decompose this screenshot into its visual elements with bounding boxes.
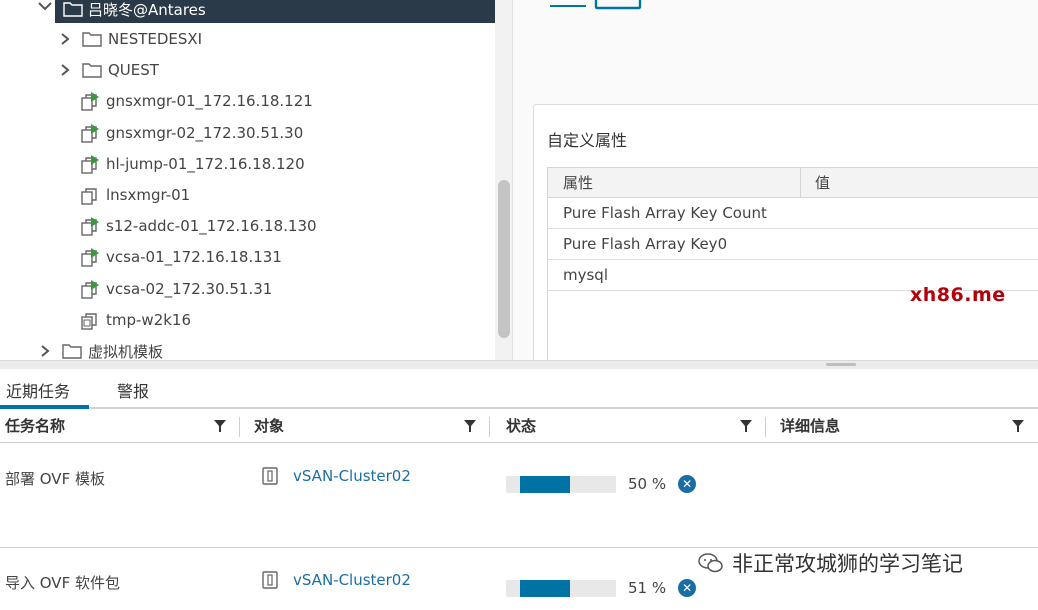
folder-icon — [62, 342, 82, 360]
tree-item-label: hl-jump-01_172.16.18.120 — [106, 154, 305, 173]
col-status[interactable]: 状态 — [490, 411, 766, 443]
vm-powered-off-icon — [80, 186, 100, 205]
tree-item-label: 虚拟机模板 — [88, 342, 164, 361]
folder-icon — [82, 61, 102, 79]
splitter-grip[interactable] — [826, 363, 856, 366]
col-task-name[interactable]: 任务名称 — [0, 411, 240, 443]
filter-icon[interactable] — [740, 420, 752, 432]
tree-scrollbar-thumb[interactable] — [498, 180, 510, 338]
tree-item[interactable]: hl-jump-01_172.16.18.120 — [80, 150, 305, 178]
task-object: vSAN-Cluster02 — [260, 466, 411, 486]
wechat-watermark: 非正常攻城狮的学习笔记 — [698, 548, 963, 578]
tasks-grid-header: 任务名称 对象 状态 详细信息 — [0, 411, 1038, 443]
task-name: 部署 OVF 模板 — [5, 470, 105, 488]
chevron-right-icon[interactable] — [58, 63, 72, 77]
tree-item[interactable]: tmp-w2k16 — [80, 306, 191, 334]
tree-item[interactable]: NESTEDESXI — [58, 25, 202, 53]
tree-item-label: gnsxmgr-01_172.16.18.121 — [106, 92, 313, 111]
col-object-label: 对象 — [254, 417, 285, 435]
tree-item-label: gnsxmgr-02_172.30.51.30 — [106, 123, 304, 142]
cluster-icon — [262, 467, 278, 485]
vm-powered-on-icon — [80, 217, 100, 236]
tree-item-label: QUEST — [108, 61, 159, 80]
wechat-icon — [698, 553, 723, 573]
tasks-tab-bar: 近期任务 警报 — [0, 369, 1038, 409]
vm-powered-on-icon — [80, 279, 100, 299]
col-status-label: 状态 — [506, 417, 537, 435]
chevron-down-icon[interactable] — [37, 0, 53, 14]
tree-item[interactable]: 虚拟机模板 — [38, 337, 163, 360]
wechat-watermark-text: 非正常攻城狮的学习笔记 — [732, 552, 963, 576]
task-name: 导入 OVF 软件包 — [5, 574, 120, 592]
task-object-link[interactable]: vSAN-Cluster02 — [293, 467, 411, 485]
col-object[interactable]: 对象 — [240, 411, 490, 443]
vm-powered-on-icon — [80, 248, 100, 268]
tab-recent-tasks[interactable]: 近期任务 — [6, 378, 70, 402]
attr-table-header: 属性 值 — [547, 167, 1038, 198]
vm-powered-on-icon — [80, 154, 100, 174]
site-watermark: xh86.me — [910, 284, 1006, 306]
tree-item-label: vcsa-01_172.16.18.131 — [106, 248, 282, 267]
tree-item-label: tmp-w2k16 — [106, 310, 192, 329]
col-details-label: 详细信息 — [780, 417, 841, 435]
tree-item[interactable]: gnsxmgr-01_172.16.18.121 — [80, 87, 313, 115]
tree-item[interactable]: gnsxmgr-02_172.30.51.30 — [80, 119, 303, 147]
filter-icon[interactable] — [1012, 420, 1024, 432]
chevron-right-icon[interactable] — [58, 32, 72, 46]
custom-attributes-card: 自定义属性 属性 值 Pure Flash Array Key Count Pu… — [533, 104, 1038, 366]
col-task-name-label: 任务名称 — [5, 417, 66, 435]
tree-root-label: 吕晓冬@Antares — [88, 1, 206, 19]
filter-icon[interactable] — [214, 420, 226, 432]
tree-item-label: lnsxmgr-01 — [106, 186, 191, 204]
inventory-tree: 吕晓冬@Antares NESTEDESXI QUEST gnsxmgr-01_17… — [0, 0, 512, 360]
tree-item[interactable]: vcsa-01_172.16.18.131 — [80, 243, 282, 271]
detail-pane: 自定义属性 属性 值 Pure Flash Array Key Count Pu… — [512, 0, 1038, 366]
attr-col-attribute[interactable]: 属性 — [548, 167, 801, 198]
filter-icon[interactable] — [464, 420, 476, 432]
vm-powered-on-icon — [80, 123, 100, 143]
cancel-icon[interactable]: ✕ — [678, 579, 697, 597]
tree-item-label: NESTEDESXI — [108, 30, 203, 48]
task-status: 51 % ✕ — [506, 579, 697, 597]
task-object-link[interactable]: vSAN-Cluster02 — [293, 571, 411, 589]
pane-splitter[interactable] — [0, 360, 1038, 369]
cluster-icon — [262, 571, 278, 589]
task-row[interactable]: 部署 OVF 模板 vSAN-Cluster02 50 % ✕ — [0, 444, 1038, 548]
folder-icon — [63, 2, 83, 17]
folder-icon — [82, 30, 102, 48]
tree-item[interactable]: vcsa-02_172.30.51.31 — [80, 275, 272, 303]
attr-row[interactable]: Pure Flash Array Key0 — [547, 229, 1038, 260]
tree-root-selected[interactable]: 吕晓冬@Antares — [55, 0, 495, 23]
object-summary-icon — [550, 0, 642, 10]
chevron-right-icon[interactable] — [38, 344, 52, 358]
task-status: 50 % ✕ — [506, 475, 697, 493]
vm-template-icon — [80, 311, 100, 330]
progress-percent: 51 % — [628, 579, 667, 597]
tree-item[interactable]: QUEST — [58, 56, 159, 84]
task-object: vSAN-Cluster02 — [260, 570, 411, 590]
vm-powered-on-icon — [80, 92, 100, 112]
tree-item[interactable]: lnsxmgr-01 — [80, 181, 190, 209]
tree-item[interactable]: s12-addc-01_172.16.18.130 — [80, 212, 317, 240]
tree-item-label: s12-addc-01_172.16.18.130 — [106, 217, 317, 236]
custom-attributes-table: 属性 值 Pure Flash Array Key Count Pure Fla… — [547, 167, 1038, 361]
progress-percent: 50 % — [628, 475, 667, 493]
custom-attributes-title: 自定义属性 — [547, 131, 628, 150]
tree-item-label: vcsa-02_172.30.51.31 — [106, 279, 273, 298]
col-details[interactable]: 详细信息 — [766, 411, 1038, 443]
progress-bar — [506, 475, 616, 493]
tab-alarms[interactable]: 警报 — [117, 378, 149, 402]
progress-bar — [506, 579, 616, 597]
attr-col-value[interactable]: 值 — [801, 172, 830, 193]
attr-row[interactable]: Pure Flash Array Key Count — [547, 198, 1038, 229]
cancel-icon[interactable]: ✕ — [678, 475, 697, 493]
active-tab-indicator — [0, 405, 89, 409]
